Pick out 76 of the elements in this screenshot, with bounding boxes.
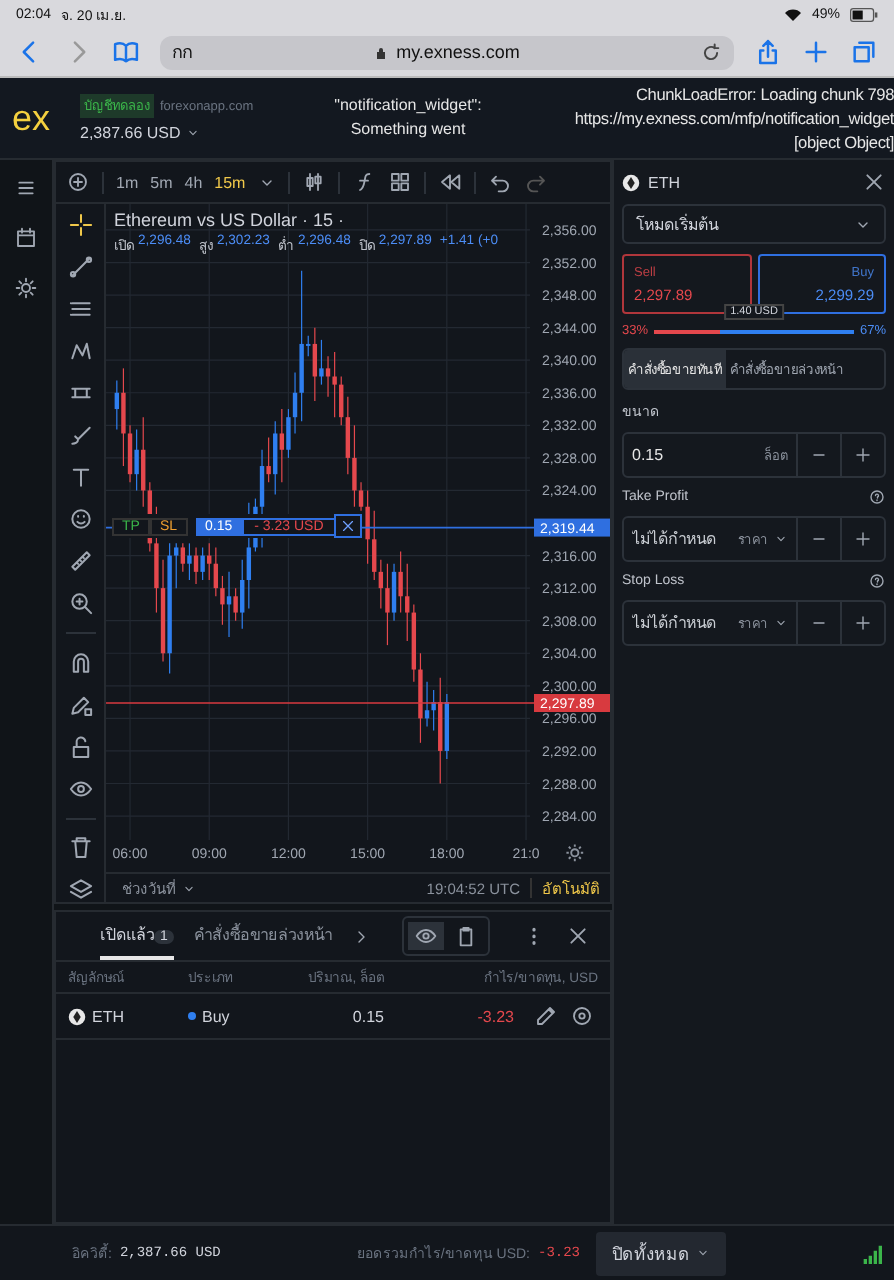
add-symbol-icon[interactable] (66, 170, 90, 194)
layout-grid-icon[interactable] (387, 170, 412, 194)
eye-icon[interactable] (407, 922, 444, 950)
balance-dropdown[interactable]: 2,387.66 USD (80, 124, 304, 142)
settings-icon[interactable] (14, 276, 38, 300)
symbol-name: ETH (648, 173, 680, 191)
settings-icon[interactable] (565, 843, 585, 863)
timeframe-button[interactable]: 5m (150, 173, 173, 191)
caret-icon (186, 126, 201, 140)
trend-line-icon[interactable] (67, 254, 93, 280)
volume-cell-text: 0.15 (350, 1007, 384, 1025)
bookmarks-icon[interactable] (112, 38, 140, 66)
close-position-icon[interactable] (570, 1004, 594, 1028)
new-tab-icon[interactable] (802, 38, 830, 66)
unlocked-icon[interactable] (67, 733, 93, 759)
plus-icon (854, 530, 872, 548)
wifi-icon (783, 7, 802, 21)
chevron-down-icon (696, 1246, 711, 1260)
close-all-button[interactable]: ปิดทั้งหมด (596, 1231, 727, 1275)
trash-icon[interactable] (67, 834, 93, 860)
zoom-in-icon[interactable] (67, 590, 93, 616)
volume-field[interactable]: 0.15 (632, 446, 764, 464)
error-text: [object Object] (793, 130, 894, 154)
text-tool-icon[interactable] (67, 464, 93, 490)
chart-title: Ethereum vs US Dollar · 15 · (114, 210, 347, 230)
reader-button[interactable]: กก (172, 38, 192, 66)
side-cell: Buy (202, 1007, 230, 1025)
error-text: https://my.exness.com/mfp/notification_widget (574, 106, 894, 130)
coin-icon (68, 1007, 86, 1025)
pattern-icon[interactable] (67, 338, 93, 364)
reload-icon[interactable] (700, 41, 723, 63)
error-text: Something went (350, 118, 466, 142)
tabs-icon[interactable] (850, 38, 878, 66)
mode-dropdown[interactable]: โหมดเริ่มต้น (622, 204, 886, 244)
coin-icon (622, 173, 640, 191)
pnl-cell-text: -3.23 (475, 1007, 516, 1025)
close-icon[interactable] (862, 170, 886, 194)
symbol-cell: ETH (92, 1007, 124, 1025)
url-text: my.exness.com (396, 42, 520, 62)
signal-icon (862, 1243, 883, 1263)
brush-icon[interactable] (67, 422, 93, 448)
help-icon[interactable] (868, 572, 886, 590)
address-bar[interactable]: กก my.exness.com (160, 35, 734, 69)
timeframe-button[interactable]: 4h (184, 173, 203, 191)
caret-icon (774, 616, 788, 630)
timeframe-button[interactable]: 15m (214, 173, 246, 191)
smiley-icon[interactable] (67, 506, 93, 532)
parallel-lines-icon[interactable] (67, 296, 93, 322)
error-text: "notification_widget": (334, 94, 482, 118)
undo-icon[interactable] (487, 170, 512, 194)
lock-icon (372, 43, 391, 61)
calendar-icon[interactable] (14, 226, 38, 250)
plus-icon (854, 614, 872, 632)
positions-tab[interactable]: คำสั่งซื้อขายล่วงหน้า (193, 912, 332, 960)
crosshair-icon[interactable] (67, 212, 93, 238)
redo-icon[interactable] (523, 170, 548, 194)
ruler-icon[interactable] (67, 548, 93, 574)
view-toggle[interactable] (401, 916, 490, 956)
replay-icon[interactable] (437, 170, 462, 194)
pencil-lock-icon[interactable] (67, 691, 93, 717)
timeframe-button[interactable]: 1m (116, 173, 139, 191)
chevron-down-icon (182, 881, 196, 895)
caret-icon (774, 532, 788, 546)
close-icon[interactable] (333, 514, 362, 538)
magnet-icon[interactable] (67, 649, 93, 675)
candles-icon[interactable] (301, 170, 326, 194)
layers-icon[interactable] (67, 876, 93, 902)
edit-icon[interactable] (534, 1004, 558, 1028)
share-icon[interactable] (754, 38, 782, 66)
help-icon[interactable] (868, 488, 886, 506)
menu-icon[interactable] (14, 176, 38, 200)
error-text: ChunkLoadError: Loading chunk 798 (635, 82, 894, 106)
logo[interactable]: ex (12, 97, 72, 139)
plus-icon (854, 446, 872, 464)
close-icon[interactable] (565, 924, 590, 948)
battery-icon (850, 7, 878, 21)
